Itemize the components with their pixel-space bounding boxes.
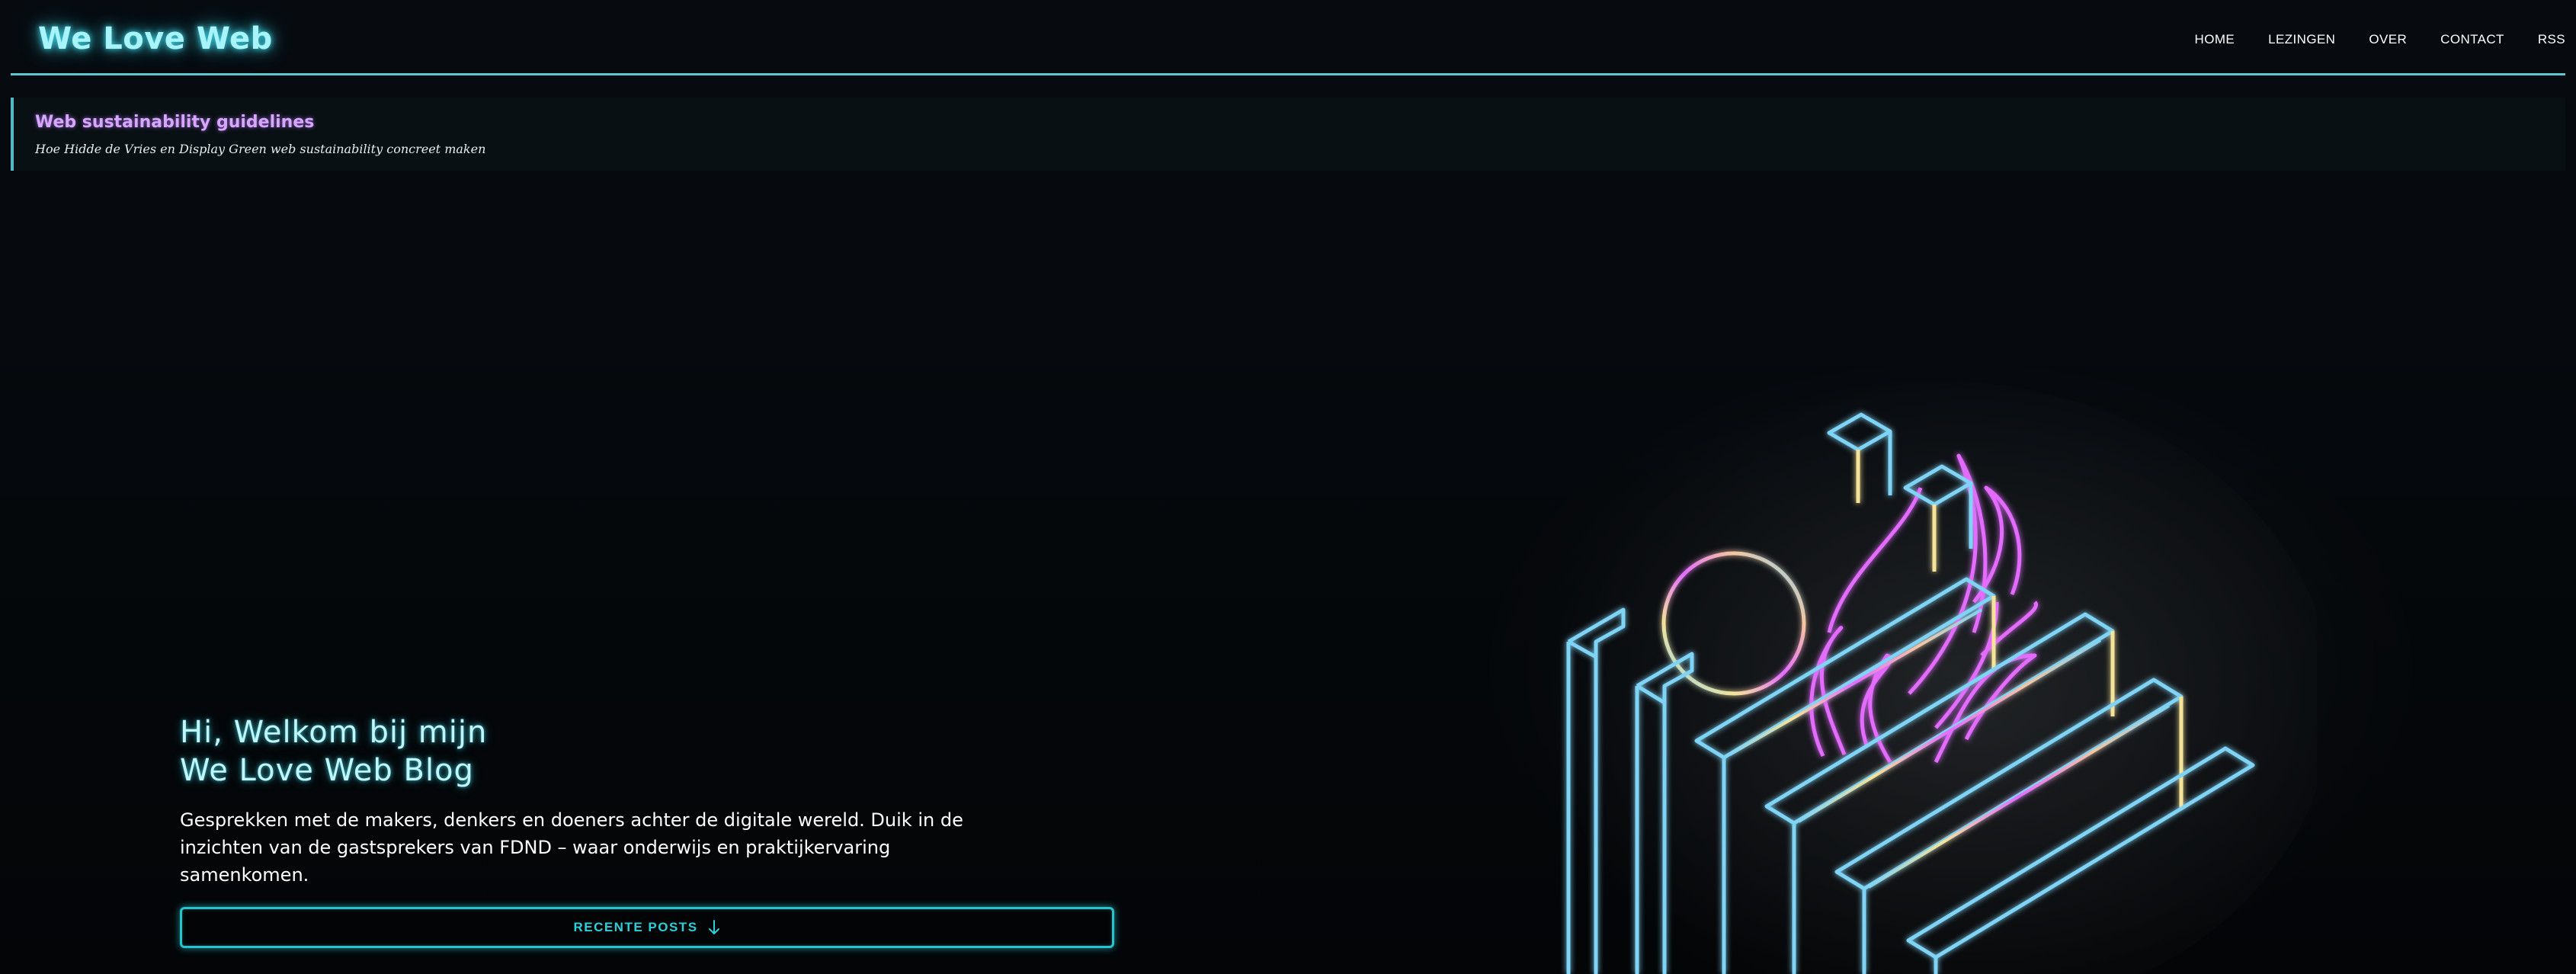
hero-title: Hi, Welkom bij mijn We Love Web Blog [180, 713, 487, 790]
hero-title-line-2: We Love Web Blog [180, 753, 474, 788]
site-header: We Love Web HOME LEZINGEN OVER CONTACT R… [11, 0, 2565, 75]
site-logo[interactable]: We Love Web [38, 21, 273, 56]
recent-posts-button-label: RECENTE POSTS [573, 920, 698, 934]
neon-books-illustration [1540, 381, 2317, 974]
featured-banner[interactable]: Web sustainability guidelines Hoe Hidde … [11, 98, 2565, 171]
nav-item-rss[interactable]: RSS [2538, 32, 2565, 47]
nav-item-lezingen[interactable]: LEZINGEN [2268, 32, 2335, 47]
nav-item-home[interactable]: HOME [2195, 32, 2235, 47]
arrow-down-icon [708, 920, 719, 934]
hero-intro: Gesprekken met de makers, denkers en doe… [180, 809, 963, 886]
banner-subtitle: Hoe Hidde de Vries en Display Green web … [35, 142, 486, 156]
banner-title[interactable]: Web sustainability guidelines [35, 113, 314, 132]
nav-item-over[interactable]: OVER [2369, 32, 2407, 47]
recent-posts-button[interactable]: RECENTE POSTS [180, 907, 1114, 948]
hero-title-line-1: Hi, Welkom bij mijn [180, 715, 488, 750]
page: We Love Web HOME LEZINGEN OVER CONTACT R… [0, 0, 2576, 974]
main-nav: HOME LEZINGEN OVER CONTACT RSS [2195, 32, 2565, 47]
nav-item-contact[interactable]: CONTACT [2440, 32, 2504, 47]
